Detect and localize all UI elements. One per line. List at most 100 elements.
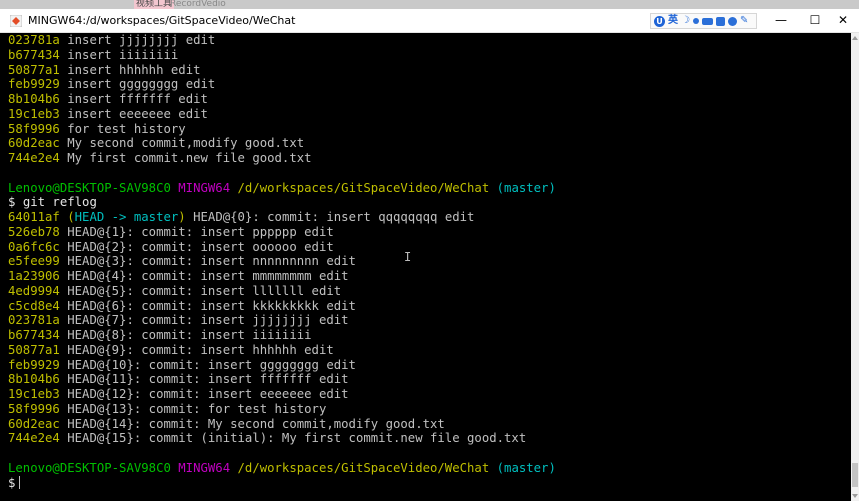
commit-hash: 8b104b6 <box>8 92 60 106</box>
commit-message: insert jjjjjjjj edit <box>67 33 216 47</box>
commit-hash: 50877a1 <box>8 62 60 77</box>
reflog-line: 8b104b6 HEAD@{11}: commit: insert ffffff… <box>8 372 851 387</box>
commit-message: insert eeeeeee edit <box>67 106 208 121</box>
reflog-entry-text: HEAD@{5}: commit: insert lllllll edit <box>67 283 342 298</box>
commit-hash: 023781a <box>8 33 60 47</box>
minimize-button[interactable]: — <box>764 9 798 32</box>
background-app-tab-recordvedio[interactable]: RecordVedio <box>170 0 226 9</box>
head-ref-label: HEAD -> master <box>74 210 179 224</box>
log-line: 023781a insert jjjjjjjj edit <box>8 33 851 48</box>
prompt-path: /d/workspaces/GitSpaceVideo/WeChat <box>237 460 490 475</box>
grid-icon[interactable] <box>715 16 725 26</box>
log-line: 58f9996 for test history <box>8 122 851 137</box>
reflog-entry-text: HEAD@{2}: commit: insert oooooo edit <box>67 239 334 254</box>
ime-logo-icon[interactable]: U <box>654 15 665 27</box>
commit-hash: b677434 <box>8 47 60 62</box>
reflog-line: 1a23906 HEAD@{4}: commit: insert mmmmmmm… <box>8 269 851 284</box>
reflog-line: feb9929 HEAD@{10}: commit: insert gggggg… <box>8 358 851 373</box>
scrollbar-thumb[interactable] <box>852 463 858 487</box>
reflog-entry-text: HEAD@{0}: commit: insert qqqqqqqq edit <box>193 210 475 224</box>
reflog-entry-text: HEAD@{12}: commit: insert eeeeeee edit <box>67 387 349 401</box>
prompt-branch: (master) <box>496 460 556 475</box>
reflog-line: 4ed9994 HEAD@{5}: commit: insert lllllll… <box>8 284 851 299</box>
text-cursor <box>19 475 21 489</box>
commit-hash: 58f9996 <box>8 121 60 136</box>
command-line: $ git reflog <box>8 195 851 210</box>
commit-hash: 526eb78 <box>8 224 60 239</box>
vertical-scrollbar[interactable] <box>851 33 859 501</box>
close-button[interactable]: ✕ <box>826 9 859 32</box>
commit-hash: b677434 <box>8 328 60 342</box>
reflog-entry-text: HEAD@{3}: commit: insert nnnnnnnnn edit <box>67 254 356 269</box>
reflog-line: e5fee99 HEAD@{3}: commit: insert nnnnnnn… <box>8 254 851 269</box>
log-line: b677434 insert iiiiiiii <box>8 48 851 63</box>
prompt-line: Lenovo@DESKTOP-SAV98C0 MINGW64 /d/worksp… <box>8 181 851 196</box>
reflog-entry-text: HEAD@{13}: commit: for test history <box>67 401 327 416</box>
reflog-line: 60d2eac HEAD@{14}: commit: My second com… <box>8 417 851 432</box>
mouse-ibeam-cursor-icon: I <box>404 250 412 264</box>
commit-hash: 744e2e4 <box>8 431 60 446</box>
commit-hash: 744e2e4 <box>8 151 60 165</box>
reflog-entry-text: HEAD@{7}: commit: insert jjjjjjjj edit <box>67 313 349 328</box>
reflog-entry-text: HEAD@{9}: commit: insert hhhhhh edit <box>67 342 334 357</box>
commit-hash: 4ed9994 <box>8 283 60 298</box>
log-line: 744e2e4 My first commit.new file good.tx… <box>8 151 851 166</box>
wrench-icon[interactable]: ✎ <box>740 15 748 27</box>
scroll-up-arrow-icon[interactable] <box>852 36 858 40</box>
dot-icon[interactable] <box>692 18 699 24</box>
reflog-line: 50877a1 HEAD@{9}: commit: insert hhhhhh … <box>8 343 851 358</box>
commit-message: insert fffffff edit <box>67 92 208 106</box>
ime-language-toggle[interactable]: 英 <box>668 15 678 27</box>
reflog-entry-text: HEAD@{15}: commit (initial): My first co… <box>67 431 527 446</box>
reflog-entry-text: HEAD@{1}: commit: insert pppppp edit <box>67 224 334 239</box>
window-title: MINGW64:/d/workspaces/GitSpaceVideo/WeCh… <box>28 14 296 27</box>
reflog-line: 0a6fc6c HEAD@{2}: commit: insert oooooo … <box>8 240 851 255</box>
commit-hash: 8b104b6 <box>8 372 60 387</box>
log-line: 8b104b6 insert fffffff edit <box>8 92 851 107</box>
reflog-line: 19c1eb3 HEAD@{12}: commit: insert eeeeee… <box>8 387 851 402</box>
commit-hash: 19c1eb3 <box>8 387 60 401</box>
commit-message: for test history <box>67 121 186 136</box>
prompt-user-host: Lenovo@DESKTOP-SAV98C0 <box>8 180 171 195</box>
log-line: feb9929 insert gggggggg edit <box>8 77 851 92</box>
commit-hash: 60d2eac <box>8 136 60 151</box>
ime-toolbar[interactable]: U 英 ☽ ✎ <box>650 13 757 29</box>
reflog-entry-text: HEAD@{11}: commit: insert fffffff edit <box>67 372 349 387</box>
prompt-user-host: Lenovo@DESKTOP-SAV98C0 <box>8 460 171 475</box>
commit-hash: feb9929 <box>8 77 60 92</box>
reflog-entry-text: HEAD@{14}: commit: My second commit,modi… <box>67 416 445 431</box>
background-app-tab-video-tools[interactable]: 视频工具 <box>134 0 174 9</box>
prompt-path: /d/workspaces/GitSpaceVideo/WeChat <box>237 180 490 195</box>
commit-message: My first commit.new file good.txt <box>67 151 312 165</box>
commit-message: insert gggggggg edit <box>67 77 216 92</box>
reflog-entry-text: HEAD@{6}: commit: insert kkkkkkkkk edit <box>67 298 356 313</box>
keyboard-icon[interactable] <box>701 17 713 25</box>
reflog-line: 58f9996 HEAD@{13}: commit: for test hist… <box>8 402 851 417</box>
reflog-entry-text: HEAD@{8}: commit: insert iiiiiiii <box>67 328 312 342</box>
commit-hash: 0a6fc6c <box>8 239 60 254</box>
moon-icon[interactable]: ☽ <box>681 15 690 27</box>
commit-hash: 64011af <box>8 210 60 224</box>
reflog-line: b677434 HEAD@{8}: commit: insert iiiiiii… <box>8 328 851 343</box>
prompt-branch: (master) <box>496 180 556 195</box>
reflog-line: c5cd8e4 HEAD@{6}: commit: insert kkkkkkk… <box>8 299 851 314</box>
scroll-down-arrow-icon[interactable] <box>852 494 858 498</box>
input-line[interactable]: $ <box>8 475 851 491</box>
commit-hash: 60d2eac <box>8 416 60 431</box>
commit-hash: 50877a1 <box>8 342 60 357</box>
ref-paren-open: ( <box>67 210 75 224</box>
prompt-symbol: $ <box>8 475 16 490</box>
commit-hash: e5fee99 <box>8 254 60 269</box>
log-line: 60d2eac My second commit,modify good.txt <box>8 136 851 151</box>
git-bash-app-icon[interactable] <box>10 15 22 27</box>
prompt-system: MINGW64 <box>178 460 231 475</box>
commit-hash: 58f9996 <box>8 401 60 416</box>
user-icon[interactable] <box>727 16 737 26</box>
reflog-line: 023781a HEAD@{7}: commit: insert jjjjjjj… <box>8 313 851 328</box>
commit-hash: 1a23906 <box>8 269 60 283</box>
terminal-output[interactable]: 023781a insert jjjjjjjj edit b677434 ins… <box>0 33 851 501</box>
log-line: 19c1eb3 insert eeeeeee edit <box>8 107 851 122</box>
title-bar[interactable]: MINGW64:/d/workspaces/GitSpaceVideo/WeCh… <box>0 9 859 33</box>
